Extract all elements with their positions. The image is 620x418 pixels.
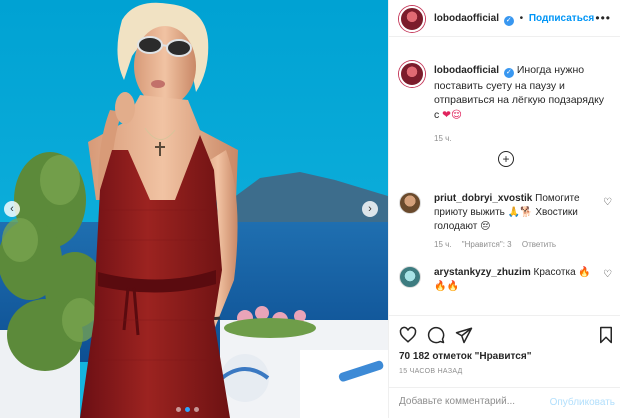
carousel-dot [176,407,181,412]
add-circle-icon: + [502,152,510,166]
carousel-dot [194,407,199,412]
comment-username[interactable]: priut_dobryi_xvostik [434,193,532,204]
post-actions: 70 182 отметок "Нравится" 15 ЧАСОВ НАЗАД… [389,315,620,418]
comment-like-heart-icon[interactable]: ♡ [603,270,613,280]
comment-item: priut_dobryi_xvostik Помогите приюту выж… [399,192,613,254]
publish-button[interactable]: Опубликовать [550,397,615,408]
caption-time[interactable]: 15 ч. [434,132,612,147]
caption-author-avatar[interactable] [399,61,425,87]
chevron-left-icon: ‹ [10,202,14,215]
author-avatar[interactable] [399,6,425,32]
share-icon[interactable] [455,326,473,344]
next-photo-button[interactable]: › [362,201,378,217]
post-sidebar: lobodaofficial ✓ • Подписаться ••• lobod… [388,0,620,418]
bookmark-icon[interactable] [597,326,615,344]
comment-likes[interactable]: "Нравится": 3 [462,240,512,249]
commenter-avatar[interactable] [399,266,421,288]
comment-body: arystankyzy_zhuzim Красотка 🔥🔥🔥 [434,266,602,294]
comment-like-heart-icon[interactable]: ♡ [603,198,613,208]
verified-icon: ✓ [503,68,514,78]
comment-icon[interactable] [427,326,445,344]
post-timestamp[interactable]: 15 ЧАСОВ НАЗАД [399,368,463,375]
follow-button[interactable]: Подписаться [529,13,594,24]
comment-meta: 15 ч. "Нравится": 3 Ответить [434,240,564,249]
carousel-dot-active [185,407,190,412]
comment-input[interactable] [399,396,549,407]
photo-illustration [0,0,388,418]
verified-icon: ✓ [503,16,514,26]
comment-username[interactable]: arystankyzy_zhuzim [434,267,531,278]
comment-time[interactable]: 15 ч. [434,240,452,249]
like-count[interactable]: 70 182 отметок "Нравится" [399,351,531,362]
reply-button[interactable]: Ответить [522,240,556,249]
caption-emojis: ❤😌 [442,108,462,121]
author-username[interactable]: lobodaofficial [434,13,499,24]
post-photo[interactable]: ‹ › [0,0,388,418]
load-more-comments-button[interactable]: + [498,151,514,167]
caption: lobodaofficial ✓ Иногда нужно поставить … [434,63,612,147]
commenter-avatar[interactable] [399,192,421,214]
caption-username[interactable]: lobodaofficial [434,65,499,76]
add-comment-bar: Опубликовать [389,387,620,418]
comment-body: priut_dobryi_xvostik Помогите приюту выж… [434,192,602,234]
comment-item: arystankyzy_zhuzim Красотка 🔥🔥🔥 ♡ [399,266,613,312]
separator-dot: • [519,13,524,24]
post-header: lobodaofficial ✓ • Подписаться ••• [389,0,620,37]
more-icon[interactable]: ••• [595,12,611,24]
header-author-line: lobodaofficial ✓ • Подписаться [434,13,594,26]
previous-photo-button[interactable]: ‹ [4,201,20,217]
chevron-right-icon: › [368,202,372,215]
heart-icon[interactable] [399,326,417,344]
carousel-indicator [176,407,199,412]
